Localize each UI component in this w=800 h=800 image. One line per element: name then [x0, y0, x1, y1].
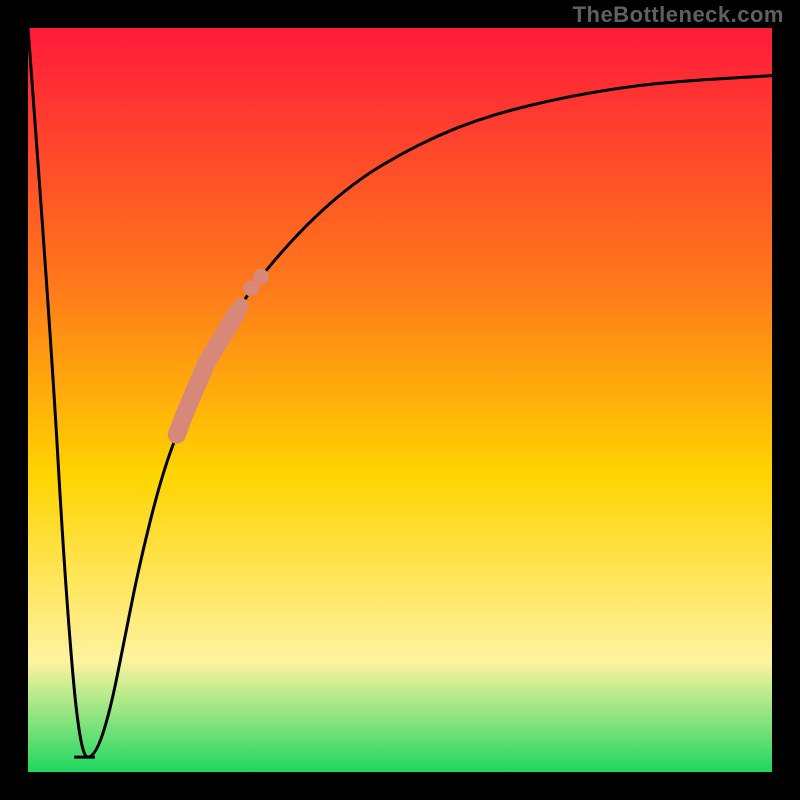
frame-bottom — [0, 772, 800, 800]
plot-background — [28, 28, 772, 772]
frame-top — [0, 0, 800, 28]
chart-stage: TheBottleneck.com — [0, 0, 800, 800]
highlight-dot — [233, 298, 249, 314]
frame-right — [772, 0, 800, 800]
bottleneck-chart — [0, 0, 800, 800]
highlight-dot — [253, 269, 269, 285]
frame-left — [0, 0, 28, 800]
